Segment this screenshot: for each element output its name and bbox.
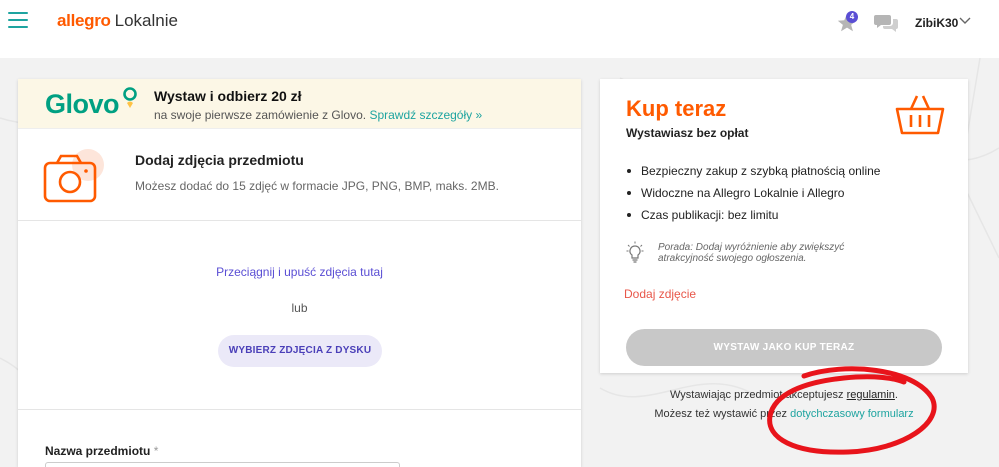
feature-item: Bezpieczny zakup z szybką płatnością onl…: [627, 163, 880, 185]
item-name-label: Nazwa przedmiotu *: [45, 444, 158, 458]
menu-icon[interactable]: [8, 12, 28, 30]
item-name-label-text: Nazwa przedmiotu: [45, 444, 151, 458]
glovo-subtitle: na swoje pierwsze zamówienie z Glovo. Sp…: [154, 108, 482, 122]
glovo-details-link[interactable]: Sprawdź szczegóły »: [369, 108, 482, 122]
notification-badge: 4: [846, 11, 858, 23]
glovo-pin-icon: [123, 87, 137, 108]
logo-brand: allegro: [57, 11, 111, 30]
chat-icon[interactable]: [874, 13, 898, 33]
buy-now-subtitle: Wystawiasz bez opłat: [626, 126, 749, 140]
username[interactable]: ZibiK30: [915, 16, 958, 30]
old-form-link[interactable]: dotychczasowy formularz: [790, 408, 914, 420]
logo-sub: Lokalnie: [114, 11, 178, 30]
drop-zone-text[interactable]: Przeciągnij i upuść zdjęcia tutaj: [18, 265, 581, 279]
add-photo-link[interactable]: Dodaj zdjęcie: [624, 287, 696, 301]
glovo-logo: Glovo: [45, 89, 120, 119]
camera-icon: [43, 149, 104, 203]
features-list: Bezpieczny zakup z szybką płatnością onl…: [627, 163, 880, 229]
terms-link[interactable]: regulamin: [847, 389, 895, 401]
terms-note: Wystawiając przedmiot akceptujesz regula…: [600, 389, 968, 401]
glovo-subtitle-text: na swoje pierwsze zamówienie z Glovo.: [154, 108, 367, 122]
divider: [18, 220, 581, 221]
old-form-note: Możesz też wystawić przez dotychczasowy …: [600, 408, 968, 420]
terms-prefix: Wystawiając przedmiot akceptujesz: [670, 389, 844, 401]
listing-form-card: Glovo Wystaw i odbierz 20 zł na swoje pi…: [18, 79, 581, 467]
choose-photos-button[interactable]: WYBIERZ ZDJĘCIA Z DYSKU: [218, 335, 382, 367]
buy-now-card: Kup teraz Wystawiasz bez opłat Bezpieczn…: [600, 79, 968, 373]
divider: [18, 409, 581, 410]
glovo-title: Wystaw i odbierz 20 zł: [154, 88, 302, 104]
basket-icon: [895, 95, 945, 135]
feature-item: Widoczne na Allegro Lokalnie i Allegro: [627, 185, 880, 207]
feature-item: Czas publikacji: bez limitu: [627, 207, 880, 229]
terms-suffix: .: [894, 389, 898, 401]
glovo-promo-banner: Glovo Wystaw i odbierz 20 zł na swoje pi…: [18, 79, 581, 129]
publish-buy-now-button[interactable]: WYSTAW JAKO KUP TERAZ: [626, 329, 942, 366]
item-name-input[interactable]: [45, 462, 400, 467]
photos-description: Możesz dodać do 15 zdjęć w formacie JPG,…: [135, 179, 499, 193]
tip-text: Porada: Dodaj wyróżnienie aby zwiększyć …: [658, 242, 845, 264]
buy-now-title: Kup teraz: [626, 96, 727, 121]
site-logo[interactable]: allegro Lokalnie: [57, 11, 178, 31]
photos-title: Dodaj zdjęcia przedmiotu: [135, 152, 304, 168]
or-separator: lub: [291, 301, 308, 315]
required-mark: *: [153, 444, 159, 458]
top-header: allegro Lokalnie 4 ZibiK30: [0, 0, 999, 58]
lightbulb-icon: [626, 241, 644, 263]
old-form-prefix: Możesz też wystawić przez: [654, 408, 788, 420]
chevron-down-icon[interactable]: [958, 16, 972, 26]
